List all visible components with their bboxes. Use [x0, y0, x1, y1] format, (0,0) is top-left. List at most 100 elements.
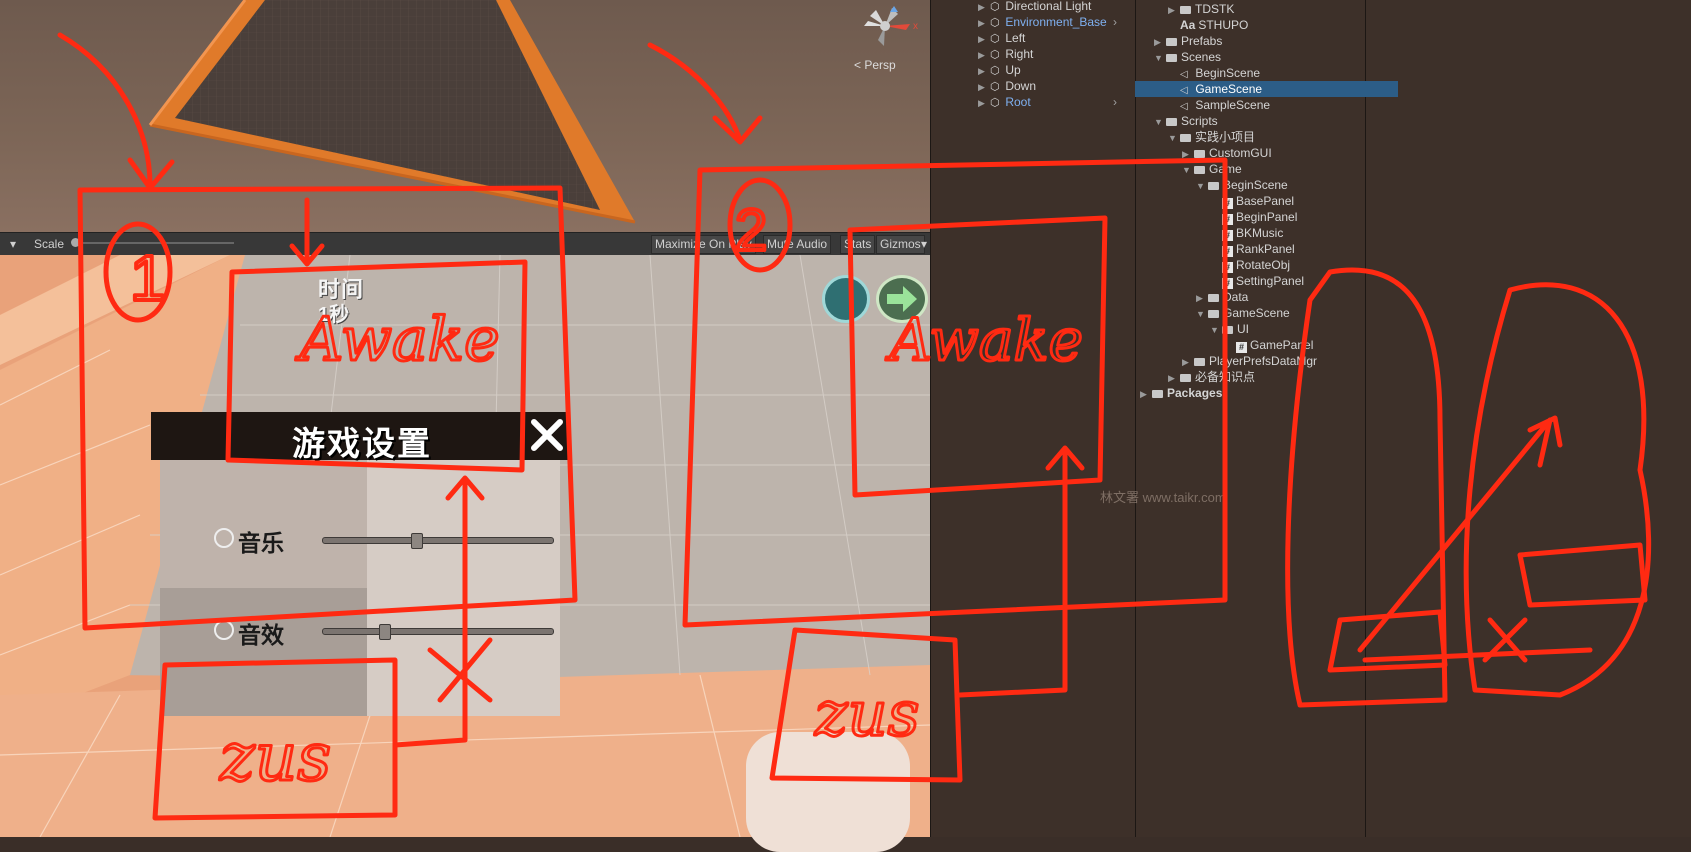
project-item-label: PlayerPrefsDataMgr — [1209, 354, 1318, 368]
sfx-slider-knob[interactable] — [379, 624, 392, 640]
scene-view[interactable]: x < Persp — [0, 0, 930, 232]
expand-arrow-icon[interactable]: ▼ — [1182, 162, 1194, 178]
scale-slider-track[interactable] — [74, 242, 234, 244]
scale-label: Scale — [34, 237, 65, 251]
project-item[interactable]: ▼ GameScene — [1196, 305, 1290, 321]
scale-slider-knob[interactable] — [71, 238, 80, 247]
expand-arrow-icon[interactable]: ▼ — [1154, 50, 1166, 66]
project-item[interactable]: ▶ CustomGUI — [1182, 145, 1272, 161]
expand-arrow-icon[interactable]: ▶ — [978, 15, 990, 31]
expand-arrow-icon[interactable]: ▼ — [1154, 114, 1166, 130]
folder-icon — [1152, 390, 1163, 398]
expand-arrow-icon[interactable]: ▼ — [1196, 178, 1208, 194]
expand-arrow-icon[interactable]: ▶ — [1196, 290, 1208, 306]
expand-arrow-icon[interactable]: ▶ — [1182, 146, 1194, 162]
project-item[interactable]: ▼ 实践小项目 — [1168, 129, 1255, 145]
project-item-label: SampleScene — [1195, 98, 1271, 112]
maximize-on-play-button[interactable]: Maximize On Play — [651, 235, 756, 254]
expand-arrow-icon[interactable]: ▶ — [978, 47, 990, 63]
project-item[interactable]: ▶ PlayerPrefsDataMgr — [1182, 353, 1317, 369]
hierarchy-item[interactable]: ▶ ⬡ Left — [978, 30, 1025, 46]
expand-arrow-icon[interactable]: ▶ — [978, 95, 990, 111]
expand-arrow-icon[interactable]: ▶ — [1140, 386, 1152, 402]
project-item[interactable]: ▼ UI — [1210, 321, 1249, 337]
project-item[interactable]: ▼ Scripts — [1154, 113, 1218, 129]
project-item[interactable]: ▶ TDSTK — [1168, 1, 1234, 17]
prefab-open-arrow-icon[interactable]: › — [1113, 14, 1121, 30]
hierarchy-item-label: Down — [1005, 79, 1037, 93]
csharp-script-icon: # — [1222, 278, 1233, 289]
hierarchy-panel — [930, 0, 1136, 837]
project-item-label: Scripts — [1181, 114, 1218, 128]
hierarchy-item[interactable]: ▶⬡ Root› — [978, 94, 1117, 111]
expand-arrow-icon[interactable]: ▶ — [1182, 354, 1194, 370]
project-item-label: Prefabs — [1181, 34, 1223, 48]
expand-arrow-icon[interactable]: ▼ — [1168, 130, 1180, 146]
hierarchy-item-label: Right — [1005, 47, 1034, 61]
project-item[interactable]: # BasePanel — [1210, 193, 1294, 209]
project-item-label: Packages — [1167, 386, 1223, 400]
project-item[interactable]: ▼ Game — [1182, 161, 1242, 177]
font-asset-icon: Aa — [1180, 18, 1196, 32]
project-item[interactable]: # BKMusic — [1210, 225, 1283, 241]
project-item-label: TDSTK — [1195, 2, 1235, 16]
project-item[interactable]: ▼ BeginScene — [1196, 177, 1288, 193]
project-item[interactable]: ▼ Scenes — [1154, 49, 1221, 65]
hierarchy-item[interactable]: ▶ ⬡ Right — [978, 46, 1033, 62]
close-icon[interactable] — [528, 416, 566, 454]
music-slider[interactable] — [322, 537, 554, 544]
mute-audio-button[interactable]: Mute Audio — [763, 235, 832, 254]
gizmos-button[interactable]: Gizmos — [876, 235, 925, 254]
expand-arrow-icon[interactable]: ▶ — [1154, 34, 1166, 50]
settings-panel-title: 游戏设置 — [292, 425, 432, 462]
project-item-label: BeginScene — [1195, 66, 1261, 80]
hierarchy-item[interactable]: ▶ ⬡ Up — [978, 62, 1021, 78]
game-card-button[interactable] — [746, 732, 910, 852]
expand-arrow-icon[interactable]: ▶ — [1168, 2, 1180, 18]
hierarchy-item[interactable]: ▶ ⬡ Environment_Base › — [978, 14, 1117, 31]
project-item[interactable]: ▶ Packages — [1140, 385, 1222, 401]
project-item[interactable]: Aa STHUPO — [1168, 17, 1248, 33]
expand-arrow-icon[interactable]: ▼ — [1210, 322, 1222, 338]
dropdown-arrow-icon[interactable]: ▾ — [10, 237, 16, 251]
gizmos-dropdown-icon[interactable]: ▾ — [921, 237, 927, 251]
settings-panel-body — [160, 460, 560, 716]
project-item[interactable]: ◁ GameScene — [1135, 81, 1398, 97]
music-slider-knob[interactable] — [411, 533, 424, 549]
expand-arrow-icon[interactable]: ▶ — [978, 63, 990, 79]
stats-button[interactable]: Stats — [840, 235, 876, 254]
sfx-toggle-radio[interactable] — [214, 620, 234, 640]
expand-arrow-icon[interactable]: ▶ — [978, 79, 990, 95]
project-item[interactable]: ◁ SampleScene — [1168, 97, 1270, 113]
projection-label[interactable]: < Persp — [854, 58, 896, 72]
project-item[interactable]: ◁ BeginScene — [1168, 65, 1260, 81]
project-item[interactable]: ▶ 必备知识点 — [1168, 369, 1255, 385]
project-item-label: Scenes — [1181, 50, 1222, 64]
expand-arrow-icon[interactable]: ▶ — [978, 31, 990, 47]
scene-orientation-gizmo-icon[interactable]: x — [850, 4, 920, 48]
project-item[interactable]: # BeginPanel — [1210, 209, 1297, 225]
gameobject-cube-icon: ⬡ — [990, 97, 1000, 109]
hierarchy-item[interactable]: ▶ ⬡ Down — [978, 78, 1036, 94]
folder-icon — [1180, 374, 1191, 382]
hierarchy-item-label: Root — [1005, 95, 1031, 109]
expand-arrow-icon[interactable]: ▶ — [1168, 370, 1180, 386]
sfx-label: 音效 — [238, 622, 284, 648]
sfx-slider[interactable] — [322, 628, 554, 635]
project-item-label: SettingPanel — [1236, 274, 1305, 288]
settings-round-button[interactable] — [822, 275, 870, 323]
project-item[interactable]: # RankPanel — [1210, 241, 1295, 257]
expand-arrow-icon[interactable]: ▼ — [1196, 306, 1208, 322]
music-toggle-radio[interactable] — [214, 528, 234, 548]
project-item[interactable]: ▶ Data — [1196, 289, 1248, 305]
project-item[interactable]: # GamePanel — [1224, 337, 1313, 353]
project-item[interactable]: # SettingPanel — [1210, 273, 1304, 289]
project-item-label: Game — [1209, 162, 1242, 176]
project-item[interactable]: # RotateObj — [1210, 257, 1290, 273]
expand-arrow-icon[interactable]: ▶ — [978, 0, 990, 15]
project-item[interactable]: ▶ Prefabs — [1154, 33, 1222, 49]
arrow-round-button[interactable] — [876, 275, 928, 323]
hierarchy-item-label: Environment_Base — [1005, 15, 1107, 29]
hierarchy-item[interactable]: ▶ ⬡ Directional Light — [978, 0, 1091, 14]
project-panel-divider[interactable] — [1365, 0, 1366, 837]
